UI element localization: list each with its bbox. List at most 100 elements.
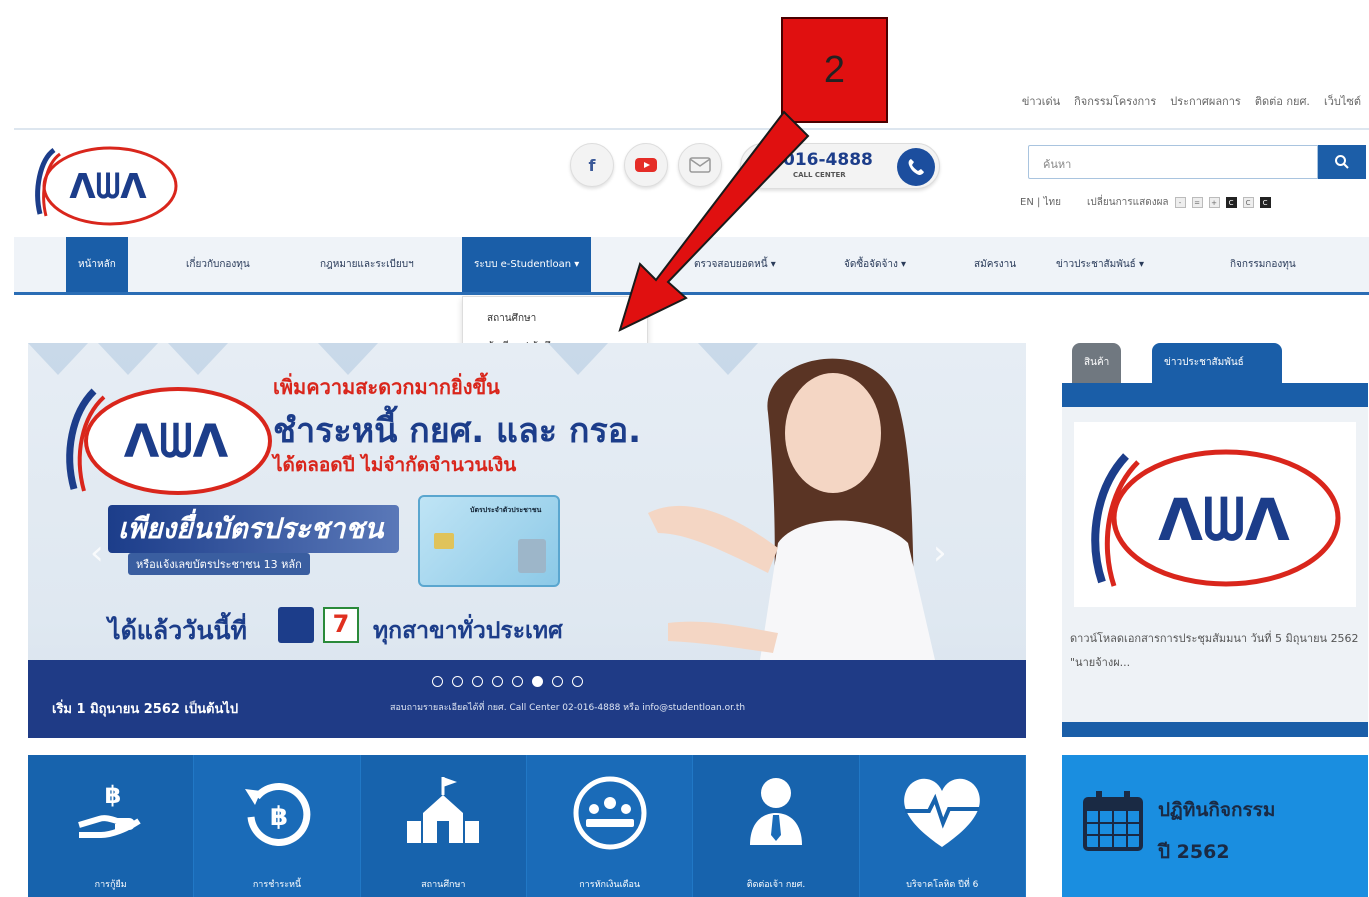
nav-law[interactable]: กฎหมายและระเบียบฯ: [308, 237, 426, 292]
banner-line6: ได้แล้ววันนี้ที่: [108, 616, 247, 645]
banner-footer-contact: สอบถามรายละเอียดได้ที่ กยศ. Call Center …: [390, 703, 746, 713]
tile-salary-deduction[interactable]: การหักเงินเดือน: [526, 755, 694, 897]
tile-label: การหักเงินเดือน: [579, 880, 641, 890]
search-button[interactable]: [1318, 145, 1366, 179]
news-snippet[interactable]: ดาวน์โหลดเอกสารการประชุมสัมมนา วันที่ 5 …: [1070, 627, 1360, 675]
nav-home[interactable]: หน้าหลัก: [66, 237, 128, 292]
activity-calendar-box[interactable]: ปฏิทินกิจกรรม ปี 2562: [1062, 755, 1368, 897]
nav-jobs[interactable]: สมัครงาน: [962, 237, 1028, 292]
svg-text:f: f: [589, 156, 597, 175]
carousel-prev-icon[interactable]: ‹: [90, 533, 104, 573]
font-size-label: เปลี่ยนการแสดงผล: [1087, 197, 1169, 208]
tab-products[interactable]: สินค้า: [1072, 343, 1122, 383]
chip-icon: [434, 533, 454, 549]
carousel-next-icon[interactable]: ›: [933, 533, 947, 573]
font-size-button[interactable]: -: [1174, 197, 1186, 208]
main-nav: หน้าหลัก เกี่ยวกับกองทุน กฎหมายและระเบีย…: [14, 237, 1369, 295]
contrast-button[interactable]: C: [1225, 197, 1237, 208]
tile-loan[interactable]: ฿ การกู้ยืม: [28, 755, 195, 897]
top-links: ข่าวเด่น กิจกรรมโครงการ ประกาศผลการ ติดต…: [1022, 92, 1361, 110]
carousel-dot[interactable]: [432, 676, 443, 687]
font-size-button[interactable]: +: [1208, 197, 1220, 208]
carousel-dots: [432, 676, 583, 687]
call-number: 016-4888: [783, 150, 873, 170]
banner-logo: ᐱᗯᐱ: [66, 387, 272, 495]
counter-service-logo: [278, 607, 314, 643]
phone-icon: [897, 148, 935, 186]
svg-text:ᐱᗯᐱ: ᐱᗯᐱ: [1158, 486, 1290, 554]
tile-repay[interactable]: ฿ การชำระหนี้: [194, 755, 361, 897]
service-tiles: ฿ การกู้ยืม ฿ การชำระหนี้ สถานศึกษา การห…: [28, 755, 1026, 897]
call-label: CALL CENTER: [793, 171, 846, 179]
portrait-icon: [518, 539, 546, 573]
seven-eleven-logo: 7: [323, 607, 359, 643]
carousel-dot[interactable]: [472, 676, 483, 687]
svg-text:฿: ฿: [104, 781, 121, 809]
news-card[interactable]: ᐱᗯᐱ ดาวน์โหลดเอกสารการประชุมสัมมนา วันที…: [1062, 407, 1368, 737]
tab-underbar: [1062, 383, 1368, 407]
right-tabs: สินค้า ข่าวประชาสัมพันธ์: [1062, 343, 1368, 407]
heart-pulse-icon: [904, 778, 981, 847]
activity-year: ปี 2562: [1158, 841, 1230, 863]
tile-school[interactable]: สถานศึกษา: [360, 755, 527, 897]
hero-banner[interactable]: ᐱᗯᐱ เพิ่มความสะดวกมากยิ่งขึ้น ชำระหนี้ ก…: [28, 343, 1026, 738]
tile-label: การกู้ยืม: [94, 880, 127, 890]
banner-headline: ชำระหนี้ กยศ. และ กรอ.: [273, 411, 642, 451]
carousel-dot[interactable]: [552, 676, 563, 687]
tile-blood-donation[interactable]: บริจาคโลหิต ปีที่ 6: [859, 755, 1026, 897]
social-links: f: [570, 143, 722, 187]
nav-e-studentloan[interactable]: ระบบ e-Studentloan ▾: [462, 237, 592, 292]
tile-label: บริจาคโลหิต ปีที่ 6: [906, 880, 979, 890]
tile-label: สถานศึกษา: [421, 880, 466, 890]
top-link[interactable]: กิจกรรมโครงการ: [1074, 92, 1156, 110]
site-logo[interactable]: ᐱᗯᐱ: [30, 140, 180, 230]
calendar-icon: [1083, 791, 1143, 851]
carousel-dot[interactable]: [572, 676, 583, 687]
top-divider: [14, 128, 1369, 130]
banner-line4: เพียงยื่นบัตรประชาชน: [108, 505, 400, 553]
step-number-badge: 2: [781, 17, 888, 123]
person-tie-icon: [749, 778, 802, 845]
tile-label: ติดต่อเจ้า กยศ.: [746, 880, 806, 890]
id-card-title: บัตรประจำตัวประชาชน: [470, 506, 542, 514]
carousel-dot[interactable]: [512, 676, 523, 687]
activity-title: ปฏิทินกิจกรรม: [1158, 799, 1276, 821]
carousel-dot[interactable]: [492, 676, 503, 687]
banner-footer-date: เริ่ม 1 มิถุนายน 2562 เป็นต้นไป: [52, 702, 239, 717]
top-link[interactable]: เว็บไซต์: [1324, 92, 1361, 110]
svg-text:฿: ฿: [270, 802, 288, 832]
nav-debt-check[interactable]: ตรวจสอบยอดหนี้ ▾: [682, 237, 788, 292]
contrast-button[interactable]: C: [1242, 197, 1254, 208]
contrast-button[interactable]: C: [1259, 197, 1271, 208]
banner-line1: เพิ่มความสะดวกมากยิ่งขึ้น: [273, 375, 500, 399]
language-switch[interactable]: EN | ไทย: [1020, 195, 1061, 210]
nav-activities[interactable]: กิจกรรมกองทุน: [1218, 237, 1308, 292]
search-input[interactable]: ค้นหา: [1028, 145, 1318, 179]
nav-news[interactable]: ข่าวประชาสัมพันธ์ ▾: [1044, 237, 1156, 292]
dropdown-item-school[interactable]: สถานศึกษา: [487, 311, 536, 326]
hand-coin-icon: ฿: [77, 781, 141, 838]
facebook-icon[interactable]: f: [570, 143, 614, 187]
nav-about[interactable]: เกี่ยวกับกองทุน: [174, 237, 262, 292]
nav-procurement[interactable]: จัดซื้อจัดจ้าง ▾: [832, 237, 918, 292]
svg-text:ᐱᗯᐱ: ᐱᗯᐱ: [69, 167, 147, 207]
banner-line7: ทุกสาขาทั่วประเทศ: [373, 618, 563, 644]
tile-staff[interactable]: ติดต่อเจ้า กยศ.: [693, 755, 860, 897]
call-center[interactable]: 016-4888 CALL CENTER: [740, 143, 940, 189]
news-thumbnail-logo: ᐱᗯᐱ: [1074, 422, 1356, 607]
tab-pr-news[interactable]: ข่าวประชาสัมพันธ์: [1152, 343, 1282, 383]
carousel-dot-active[interactable]: [532, 676, 543, 687]
mail-icon[interactable]: [678, 143, 722, 187]
tile-label: การชำระหนี้: [252, 880, 302, 890]
banner-line5: หรือแจ้งเลขบัตรประชาชน 13 หลัก: [128, 553, 310, 575]
top-link[interactable]: ประกาศผลการ: [1170, 92, 1241, 110]
news-card-bar: [1062, 722, 1368, 737]
font-size-button[interactable]: =: [1191, 197, 1203, 208]
student-photo: [648, 358, 938, 673]
top-link[interactable]: ข่าวเด่น: [1022, 92, 1060, 110]
meeting-icon: [573, 776, 647, 850]
top-link[interactable]: ติดต่อ กยศ.: [1255, 92, 1310, 110]
youtube-icon[interactable]: [624, 143, 668, 187]
banner-footer: เริ่ม 1 มิถุนายน 2562 เป็นต้นไป สอบถามรา…: [28, 660, 1026, 738]
carousel-dot[interactable]: [452, 676, 463, 687]
